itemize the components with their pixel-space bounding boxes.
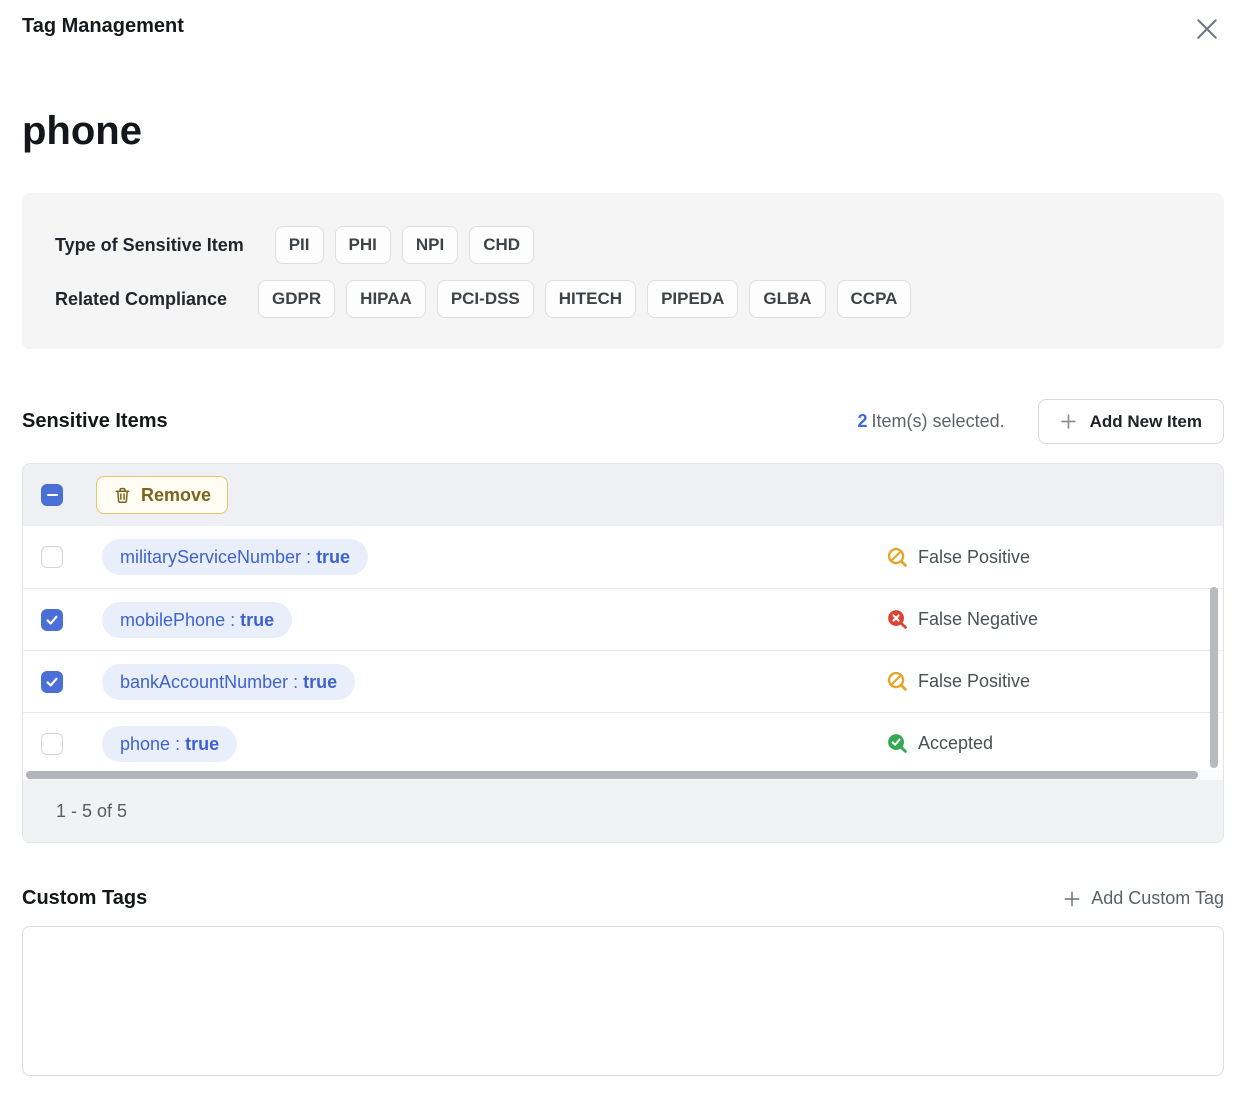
- tag-chip[interactable]: CCPA: [837, 280, 912, 318]
- tag-chip[interactable]: PII: [275, 226, 324, 264]
- add-custom-tag-label: Add Custom Tag: [1091, 888, 1224, 909]
- tag-management-modal: Tag Management phone Type of Sensitive I…: [0, 0, 1244, 1100]
- sensitive-items-table: Remove militaryServiceNumber : true Fals…: [22, 463, 1224, 843]
- table-toolbar: Remove: [23, 464, 1223, 526]
- tag-chip[interactable]: PCI-DSS: [437, 280, 534, 318]
- custom-tags-title: Custom Tags: [22, 887, 147, 910]
- selected-suffix: Item(s) selected.: [872, 411, 1005, 431]
- add-new-item-label: Add New Item: [1090, 412, 1202, 432]
- info-row-label: Type of Sensitive Item: [55, 235, 244, 256]
- modal-header: Tag Management: [22, 13, 1224, 45]
- plus-icon: [1063, 890, 1081, 908]
- chip-list: GDPR HIPAA PCI-DSS HITECH PIPEDA GLBA CC…: [258, 280, 911, 318]
- horizontal-scrollbar-thumb[interactable]: [26, 771, 1198, 779]
- tag-chip[interactable]: HITECH: [545, 280, 636, 318]
- selected-count-text: 2Item(s) selected.: [858, 411, 1005, 432]
- table-row: phone : true Accepted: [23, 712, 1223, 770]
- row-checkbox[interactable]: [41, 546, 63, 568]
- false-positive-icon: [887, 671, 908, 692]
- select-all-checkbox[interactable]: [41, 484, 63, 506]
- plus-icon: [1060, 413, 1077, 430]
- tag-chip[interactable]: NPI: [402, 226, 458, 264]
- info-panel: Type of Sensitive Item PII PHI NPI CHD R…: [22, 193, 1224, 349]
- horizontal-scrollbar: [23, 770, 1223, 780]
- row-status: False Positive: [887, 671, 1030, 692]
- close-button[interactable]: [1192, 13, 1224, 45]
- info-panel-rows: Type of Sensitive Item PII PHI NPI CHD R…: [55, 226, 1191, 318]
- table-row: mobilePhone : true False Negative: [23, 588, 1223, 650]
- remove-button[interactable]: Remove: [96, 476, 228, 514]
- table-rows: militaryServiceNumber : true False Posit…: [23, 526, 1223, 770]
- false-negative-icon: [887, 609, 908, 630]
- custom-tags-box: [22, 926, 1224, 1076]
- remove-label: Remove: [141, 485, 211, 506]
- table-row: militaryServiceNumber : true False Posit…: [23, 526, 1223, 588]
- accepted-icon: [887, 733, 908, 754]
- selected-count: 2: [858, 411, 868, 431]
- sensitive-items-header-right: 2Item(s) selected. Add New Item: [858, 399, 1224, 444]
- sensitive-items-title: Sensitive Items: [22, 410, 168, 433]
- table-row: bankAccountNumber : true False Positive: [23, 650, 1223, 712]
- close-icon: [1192, 14, 1224, 44]
- chip-list: PII PHI NPI CHD: [275, 226, 534, 264]
- table-footer: 1 - 5 of 5: [23, 780, 1223, 842]
- row-checkbox[interactable]: [41, 609, 63, 631]
- item-pill[interactable]: militaryServiceNumber : true: [102, 539, 368, 575]
- tag-chip[interactable]: PIPEDA: [647, 280, 738, 318]
- row-status: Accepted: [887, 733, 993, 754]
- trash-icon: [113, 486, 132, 505]
- info-row-label: Related Compliance: [55, 289, 227, 310]
- row-status: False Negative: [887, 609, 1038, 630]
- row-checkbox[interactable]: [41, 671, 63, 693]
- tag-chip[interactable]: GLBA: [749, 280, 825, 318]
- add-custom-tag-button[interactable]: Add Custom Tag: [1063, 888, 1224, 909]
- info-row: Related Compliance GDPR HIPAA PCI-DSS HI…: [55, 280, 1191, 318]
- info-row: Type of Sensitive Item PII PHI NPI CHD: [55, 226, 1191, 264]
- false-positive-icon: [887, 547, 908, 568]
- row-status: False Positive: [887, 547, 1030, 568]
- row-checkbox[interactable]: [41, 733, 63, 755]
- modal-title: Tag Management: [22, 13, 184, 38]
- add-new-item-button[interactable]: Add New Item: [1038, 399, 1224, 444]
- tag-chip[interactable]: HIPAA: [346, 280, 426, 318]
- item-pill[interactable]: phone : true: [102, 726, 237, 762]
- tag-chip[interactable]: GDPR: [258, 280, 335, 318]
- tag-chip[interactable]: PHI: [335, 226, 391, 264]
- item-pill[interactable]: bankAccountNumber : true: [102, 664, 355, 700]
- pagination-text: 1 - 5 of 5: [56, 801, 127, 822]
- vertical-scrollbar-thumb[interactable]: [1210, 587, 1218, 768]
- custom-tags-header: Custom Tags Add Custom Tag: [22, 887, 1224, 910]
- tag-chip[interactable]: CHD: [469, 226, 534, 264]
- page-title: phone: [22, 109, 1224, 153]
- item-pill[interactable]: mobilePhone : true: [102, 602, 292, 638]
- sensitive-items-header: Sensitive Items 2Item(s) selected. Add N…: [22, 399, 1224, 444]
